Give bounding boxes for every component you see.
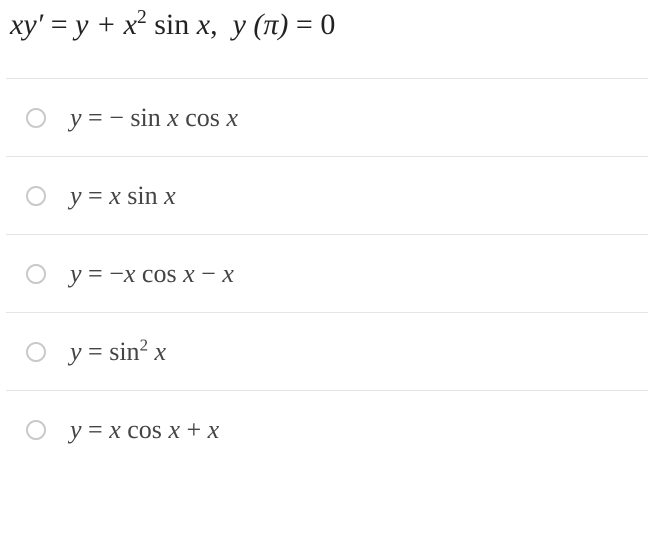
q-cond-r: 0	[320, 8, 335, 41]
radio-icon	[26, 186, 46, 206]
radio-icon	[26, 108, 46, 128]
option-5-text: y = x cos x + x	[70, 415, 219, 445]
q-rhs: y + x	[75, 8, 137, 41]
radio-icon	[26, 342, 46, 362]
q-sin: sin x,	[147, 8, 233, 41]
option-4[interactable]: y = sin2 x	[6, 313, 648, 391]
option-2-text: y = x sin x	[70, 181, 176, 211]
radio-icon	[26, 420, 46, 440]
option-1[interactable]: y = − sin x cos x	[6, 79, 648, 157]
q-cond-eq: =	[288, 8, 320, 41]
option-4-exp: 2	[140, 335, 148, 354]
q-lhs: xy′	[10, 8, 43, 41]
option-3[interactable]: y = −x cos x − x	[6, 235, 648, 313]
option-4-text: y = sin2 x	[70, 337, 166, 367]
options-list: y = − sin x cos x y = x sin x y = −x cos…	[6, 78, 648, 469]
q-exp: 2	[137, 7, 147, 28]
option-1-text: y = − sin x cos x	[70, 103, 238, 133]
question-equation: xy′ = y + x2 sin x, y (π) = 0	[10, 8, 648, 42]
q-eq: =	[43, 8, 75, 41]
q-cond-l: y (π)	[233, 8, 289, 41]
option-3-text: y = −x cos x − x	[70, 259, 234, 289]
option-5[interactable]: y = x cos x + x	[6, 391, 648, 469]
option-2[interactable]: y = x sin x	[6, 157, 648, 235]
radio-icon	[26, 264, 46, 284]
